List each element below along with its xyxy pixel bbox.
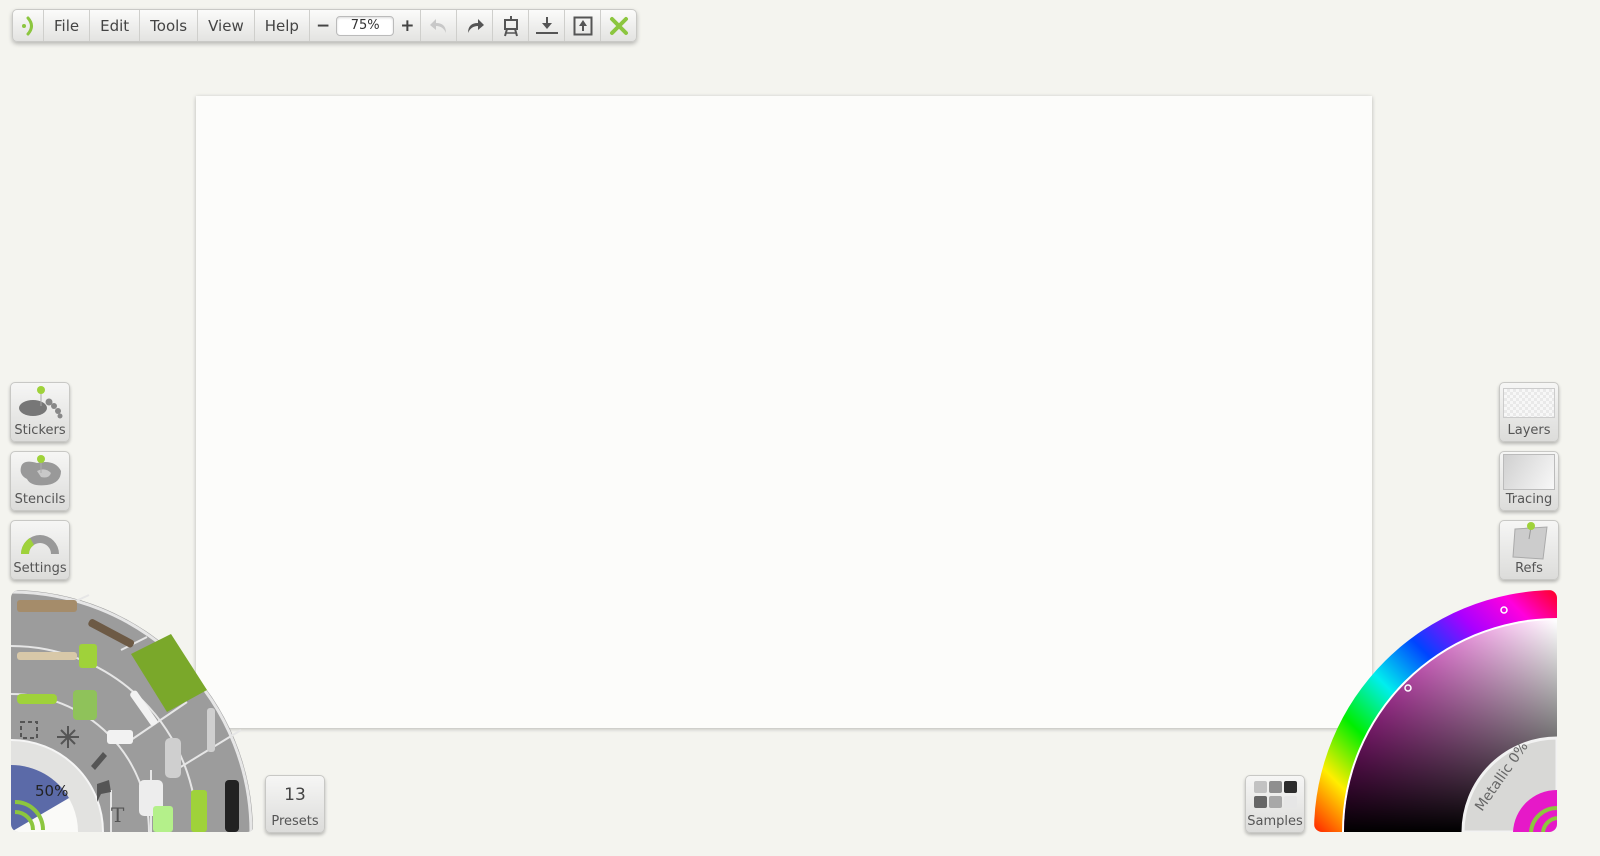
tool-chalk[interactable] — [73, 690, 97, 720]
menu-tools[interactable]: Tools — [140, 10, 199, 41]
samples-button[interactable]: Samples — [1245, 775, 1305, 833]
tool-flat-brush[interactable] — [17, 600, 77, 612]
tool-ink-pen[interactable] — [165, 738, 181, 778]
redo-button[interactable] — [457, 10, 494, 41]
refs-button[interactable]: Refs — [1499, 520, 1559, 580]
tool-sticker-spray[interactable] — [191, 790, 207, 832]
samples-icon — [1254, 781, 1297, 808]
samples-label: Samples — [1247, 814, 1303, 829]
layers-button[interactable]: Layers — [1499, 382, 1559, 442]
tool-paint-roller[interactable] — [79, 644, 97, 668]
main-toolbar: File Edit Tools View Help − 75% + — [12, 9, 638, 42]
tool-pencil[interactable] — [17, 652, 77, 660]
layers-label: Layers — [1507, 423, 1551, 438]
stencils-button[interactable]: Stencils — [10, 451, 70, 511]
stickers-icon — [19, 386, 63, 419]
settings-icon — [21, 535, 59, 554]
export-button[interactable] — [565, 10, 602, 41]
zoom-out-button[interactable]: − — [316, 16, 330, 36]
import-button[interactable] — [529, 10, 566, 41]
tracing-button[interactable]: Tracing — [1499, 451, 1559, 511]
stickers-button[interactable]: Stickers — [10, 382, 70, 442]
app-logo-button[interactable] — [13, 10, 44, 41]
tool-glitter-tube[interactable] — [153, 806, 173, 832]
stencils-label: Stencils — [14, 492, 66, 507]
color-wheel: Metallic 0% — [1314, 590, 1557, 832]
presets-count: 13 — [284, 785, 306, 805]
tracing-icon — [1503, 454, 1555, 490]
settings-label: Settings — [13, 561, 67, 576]
easel-button[interactable] — [493, 10, 530, 41]
presets-button[interactable]: 13 Presets — [265, 775, 325, 833]
zoom-in-button[interactable]: + — [400, 16, 414, 36]
tool-technical-pen[interactable] — [225, 780, 239, 832]
drawing-canvas[interactable] — [196, 96, 1372, 728]
tool-marker[interactable] — [107, 730, 133, 744]
close-icon — [609, 16, 628, 35]
layers-icon — [1503, 388, 1555, 418]
stencils-icon — [20, 455, 62, 486]
tool-crayon[interactable] — [17, 694, 57, 704]
menu-help[interactable]: Help — [255, 10, 310, 41]
opacity-label: 50% — [35, 782, 68, 800]
settings-button[interactable]: Settings — [10, 520, 70, 580]
zoom-level-field[interactable]: 75% — [336, 15, 395, 36]
easel-icon — [503, 15, 518, 36]
tool-wheel: T 50% — [11, 590, 255, 832]
refs-icon — [1512, 522, 1548, 560]
presets-label: Presets — [271, 814, 319, 829]
undo-button[interactable] — [421, 10, 458, 41]
import-icon — [535, 16, 558, 34]
tool-airbrush[interactable] — [207, 708, 215, 752]
close-button[interactable] — [601, 10, 636, 41]
app-logo-icon — [22, 16, 33, 35]
menu-view[interactable]: View — [198, 10, 255, 41]
stickers-label: Stickers — [14, 423, 66, 438]
redo-icon — [467, 18, 484, 33]
zoom-control: − 75% + — [310, 10, 422, 41]
tracing-label: Tracing — [1505, 492, 1553, 507]
menu-edit[interactable]: Edit — [90, 10, 141, 41]
export-icon — [573, 16, 593, 35]
tool-text[interactable]: T — [111, 803, 125, 827]
undo-icon — [429, 18, 446, 33]
refs-label: Refs — [1515, 561, 1543, 576]
menu-file[interactable]: File — [44, 10, 91, 41]
